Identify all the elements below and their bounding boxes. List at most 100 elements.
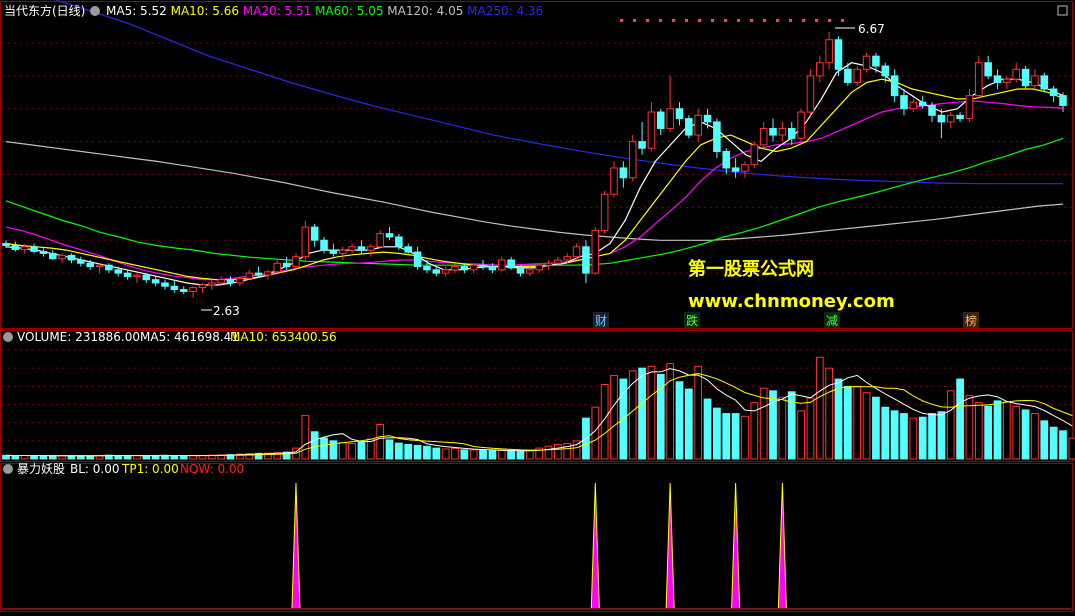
candle-body: [881, 65, 890, 77]
volume-bar: [413, 444, 422, 460]
candle-body: [769, 127, 777, 136]
indicator-panel[interactable]: [0, 463, 1073, 612]
signal-dot: [698, 19, 701, 22]
candle: [600, 190, 609, 234]
candle-body: [236, 277, 244, 284]
volume-bar: [30, 455, 38, 460]
volume-bar: [376, 423, 385, 460]
candle-body: [909, 101, 918, 110]
volume-bar: [479, 449, 487, 460]
volume-bar: [974, 402, 983, 460]
candle: [30, 243, 38, 254]
volume-bar: [86, 455, 95, 460]
volume-bar: [310, 431, 319, 460]
spike-fill: [291, 483, 300, 608]
candle: [282, 256, 291, 270]
volume-ma5-label: MA5: 461698.41: [140, 330, 239, 344]
maximize-icon[interactable]: [1057, 5, 1068, 16]
candle-body: [1003, 78, 1011, 83]
candle-body: [526, 269, 534, 274]
candle-body: [638, 141, 646, 149]
volume-bar: [759, 387, 768, 460]
settings-circle-icon[interactable]: [3, 332, 13, 342]
candle: [628, 135, 637, 182]
volume-bar: [890, 410, 899, 460]
candle-body: [77, 259, 85, 264]
event-tag-jian[interactable]: 减: [824, 312, 840, 328]
volume-bar: [946, 390, 955, 460]
candle-body: [890, 75, 899, 97]
event-tag-cai[interactable]: 财: [593, 312, 609, 328]
candle: [497, 256, 506, 272]
candle-body: [563, 256, 572, 261]
candle-body: [39, 250, 48, 254]
candle: [647, 102, 656, 152]
candle: [329, 243, 338, 257]
price-panel[interactable]: [0, 1, 1073, 329]
candle: [825, 31, 833, 70]
candle: [198, 282, 207, 293]
volume-bar: [862, 392, 871, 460]
candle-body: [853, 68, 861, 83]
volume-bar: [451, 448, 459, 460]
candle-body: [619, 167, 628, 179]
candle: [769, 118, 777, 142]
volume-bar: [469, 449, 478, 460]
candle-body: [1021, 68, 1030, 87]
candle-body: [975, 62, 983, 97]
volume-bar: [797, 410, 805, 460]
candle-body: [105, 264, 113, 271]
candle: [675, 102, 684, 126]
candle: [1049, 85, 1058, 103]
candle: [469, 263, 478, 274]
ma20-line: [5, 100, 1064, 281]
indicator-tp1: TP1: 0.00: [121, 462, 179, 476]
candle-body: [133, 274, 141, 277]
signal-dot: [789, 19, 792, 22]
candle: [151, 276, 160, 287]
event-tag-bang[interactable]: 榜: [963, 312, 979, 328]
volume-bar: [441, 448, 450, 460]
candle: [1012, 62, 1021, 83]
candle: [301, 220, 310, 260]
indicator-spike: [731, 482, 741, 609]
candle-body: [778, 127, 787, 136]
spike-fill: [731, 483, 740, 608]
candle-body: [151, 279, 160, 284]
volume-bar: [918, 416, 927, 460]
top-markers: [620, 19, 844, 22]
candle: [582, 240, 590, 283]
volume-bar: [815, 356, 824, 460]
candle: [254, 266, 263, 277]
candle-body: [703, 114, 712, 123]
indicator-spike: [590, 482, 600, 609]
candle-body: [713, 121, 721, 152]
indicator-spike: [291, 482, 301, 609]
candle: [479, 259, 487, 270]
settings-circle-icon[interactable]: [3, 464, 13, 474]
indicator-spike: [665, 482, 675, 609]
volume-bar: [1068, 437, 1075, 460]
candle-body: [554, 259, 562, 264]
ma60-line: [5, 137, 1064, 266]
event-tag-die[interactable]: 跌: [684, 312, 700, 328]
volume-ma10-label: MA10: 653400.56: [230, 330, 337, 344]
high-price-label: 6.67: [858, 22, 885, 36]
volume-bar: [937, 411, 946, 460]
volume-label: VOLUME: 231886.00: [17, 330, 140, 344]
volume-bar: [1040, 420, 1049, 460]
candle: [1003, 75, 1011, 90]
candle: [657, 108, 665, 136]
candle-body: [544, 262, 553, 266]
candle: [797, 108, 805, 142]
candle: [535, 263, 543, 274]
volume-bar: [544, 445, 553, 460]
volume-bar: [703, 398, 712, 460]
volume-bar: [348, 443, 356, 460]
candle-body: [1059, 95, 1067, 106]
volume-bar: [834, 378, 843, 460]
candle: [95, 263, 104, 274]
settings-circle-icon[interactable]: [90, 6, 100, 16]
signal-dot: [711, 19, 714, 22]
candle-body: [862, 55, 871, 70]
